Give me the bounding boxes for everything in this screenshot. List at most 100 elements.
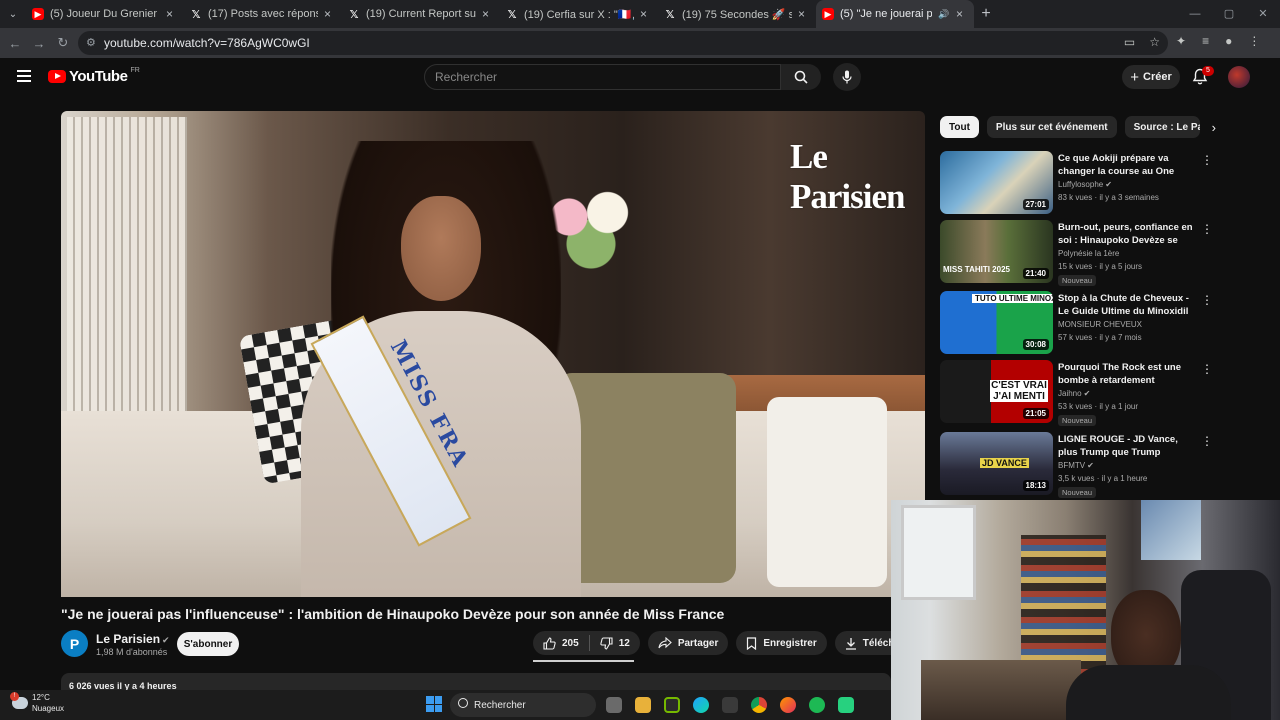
channel-avatar[interactable]: P <box>61 630 88 657</box>
video-thumbnail[interactable]: C'EST VRAI J'AI MENTI 21:05 <box>940 360 1053 423</box>
file-explorer-icon[interactable] <box>635 697 651 713</box>
recommendation-title[interactable]: Ce que Aokiji prépare va changer la cour… <box>1058 152 1198 178</box>
close-tab-icon[interactable]: × <box>324 7 336 21</box>
url-bar[interactable]: ⚙ youtube.com/watch?v=786AgWC0wGI ▭ ☆ <box>78 31 1168 55</box>
tab-search-icon[interactable]: ⌄ <box>0 0 26 28</box>
plus-icon: + <box>1130 68 1139 86</box>
youtube-favicon-icon: ▶ <box>822 8 834 20</box>
minimize-icon[interactable]: — <box>1178 0 1212 28</box>
forward-icon[interactable]: → <box>27 36 51 51</box>
create-button[interactable]: + Créer <box>1122 65 1180 89</box>
more-options-icon[interactable]: ⋮ <box>1201 153 1213 167</box>
recommendation-channel[interactable]: Luffylosophe ✔ <box>1058 180 1112 189</box>
youtube-logo[interactable]: YouTube FR <box>48 67 140 85</box>
edge-icon[interactable] <box>693 697 709 713</box>
notifications-button[interactable]: 5 <box>1192 66 1214 88</box>
new-badge: Nouveau <box>1058 275 1097 286</box>
video-thumbnail[interactable]: TUTO ULTIME MINOXIDIL 30:08 <box>940 291 1053 354</box>
recommendation-item[interactable]: 27:01 Ce que Aokiji prépare va changer l… <box>940 151 1215 215</box>
recommendation-item[interactable]: MISS TAHITI 2025 21:40 Burn-out, peurs, c… <box>940 220 1215 286</box>
account-avatar[interactable] <box>1228 66 1250 88</box>
profile-icon[interactable]: ● <box>1225 34 1232 48</box>
dislike-button[interactable]: 12 <box>590 631 640 655</box>
browser-tab[interactable]: ▶(5) Joueur Du Grenier - YouTube× <box>26 0 184 28</box>
more-options-icon[interactable]: ⋮ <box>1201 362 1213 376</box>
recommendation-channel[interactable]: Polynésie la 1ère <box>1058 249 1119 258</box>
maximize-icon[interactable]: ▢ <box>1212 0 1246 28</box>
bookmark-star-icon[interactable]: ☆ <box>1149 35 1160 49</box>
browser-tab[interactable]: 𝕏(19) 75 Secondes 🚀 sur X : "M× <box>658 0 816 28</box>
firefox-icon[interactable] <box>780 697 796 713</box>
browser-tab[interactable]: 𝕏(19) Current Report sur X : "BRE× <box>342 0 500 28</box>
microphone-icon <box>842 70 852 84</box>
close-tab-icon[interactable]: × <box>956 7 968 21</box>
url-text: youtube.com/watch?v=786AgWC0wGI <box>104 36 310 50</box>
video-thumbnail[interactable]: 27:01 <box>940 151 1053 214</box>
extension-area: ✦ ≡ ● ⋮ <box>1176 34 1260 48</box>
channel-name[interactable]: Le Parisien ✔ <box>96 632 170 646</box>
verified-icon: ✔ <box>1105 180 1112 189</box>
reading-list-icon[interactable]: ≡ <box>1202 34 1209 48</box>
recommendation-title[interactable]: Burn-out, peurs, confiance en soi : Hina… <box>1058 221 1198 247</box>
close-tab-icon[interactable]: × <box>640 7 652 21</box>
speaker-icon[interactable]: 🔊 <box>938 9 950 20</box>
task-view-icon[interactable] <box>606 697 622 713</box>
search-button[interactable] <box>781 64 821 90</box>
more-options-icon[interactable]: ⋮ <box>1201 434 1213 448</box>
save-button[interactable]: Enregistrer <box>736 631 827 655</box>
nvidia-icon[interactable] <box>664 697 680 713</box>
video-actions: 205 12 Partager Enregistrer Télécharger <box>533 631 930 655</box>
search-icon <box>458 698 468 708</box>
recommendation-item[interactable]: C'EST VRAI J'AI MENTI 21:05 Pourquoi The … <box>940 360 1215 426</box>
reload-icon[interactable]: ↻ <box>51 35 75 51</box>
browser-tab[interactable]: 𝕏(19) Cerfia sur X : "🇫🇷🚨 Voici le× <box>500 0 658 28</box>
recommendation-channel[interactable]: MONSIEUR CHEVEUX <box>1058 320 1142 329</box>
new-tab-button[interactable]: + <box>974 5 998 23</box>
video-thumbnail[interactable]: JD VANCE 18:13 <box>940 432 1053 495</box>
browser-tab-active[interactable]: ▶(5) "Je ne jouerai pas l'influ🔊× <box>816 0 974 28</box>
notification-badge: 5 <box>1202 66 1214 76</box>
extensions-icon[interactable]: ✦ <box>1176 34 1186 48</box>
windows-start-icon[interactable] <box>426 696 442 712</box>
more-options-icon[interactable]: ⋮ <box>1201 222 1213 236</box>
store-icon[interactable] <box>722 697 738 713</box>
like-button[interactable]: 205 <box>533 631 589 655</box>
recommendation-channel[interactable]: Jaihno ✔ <box>1058 389 1090 398</box>
youtube-play-icon <box>48 70 66 83</box>
close-tab-icon[interactable]: × <box>482 7 494 21</box>
video-thumbnail[interactable]: MISS TAHITI 2025 21:40 <box>940 220 1053 283</box>
search-input[interactable]: Rechercher <box>424 64 781 90</box>
chrome-icon[interactable] <box>751 697 767 713</box>
subscribe-button[interactable]: S'abonner <box>177 632 239 656</box>
site-settings-icon[interactable]: ⚙ <box>86 36 96 49</box>
recommendation-title[interactable]: LIGNE ROUGE - JD Vance, plus Trump que T… <box>1058 433 1198 459</box>
close-tab-icon[interactable]: × <box>798 7 810 21</box>
close-window-icon[interactable]: ✕ <box>1246 0 1280 28</box>
recommendation-title[interactable]: Stop à la Chute de Cheveux - Le Guide Ul… <box>1058 292 1198 318</box>
cast-icon[interactable]: ▭ <box>1124 35 1135 49</box>
share-button[interactable]: Partager <box>647 631 729 655</box>
spotify-icon[interactable] <box>809 697 825 713</box>
whatsapp-icon[interactable] <box>838 697 854 713</box>
close-tab-icon[interactable]: × <box>166 7 178 21</box>
video-player[interactable]: MISS FRA Le Parisien <box>61 111 925 597</box>
taskbar-pinned-apps <box>606 697 854 713</box>
chevron-right-icon[interactable]: › <box>1212 120 1216 135</box>
browser-menu-icon[interactable]: ⋮ <box>1248 34 1260 48</box>
more-options-icon[interactable]: ⋮ <box>1201 293 1213 307</box>
recommendation-meta: 53 k vues · il y a 1 jour <box>1058 402 1139 411</box>
voice-search-button[interactable] <box>833 63 861 91</box>
recommendation-item[interactable]: JD VANCE 18:13 LIGNE ROUGE - JD Vance, pl… <box>940 432 1215 498</box>
back-icon[interactable]: ← <box>3 36 27 51</box>
recommendation-meta: 15 k vues · il y a 5 jours <box>1058 262 1143 271</box>
chip-event[interactable]: Plus sur cet événement <box>986 116 1117 138</box>
weather-widget[interactable]: ! 12°C Nuageux <box>10 692 64 714</box>
chip-source[interactable]: Source : Le Parisien <box>1124 116 1200 138</box>
taskbar-search-input[interactable]: Rechercher <box>450 693 596 717</box>
recommendation-title[interactable]: Pourquoi The Rock est une bombe à retard… <box>1058 361 1198 387</box>
menu-icon[interactable] <box>17 70 31 82</box>
chip-all[interactable]: Tout <box>940 116 979 138</box>
recommendation-item[interactable]: TUTO ULTIME MINOXIDIL 30:08 Stop à la Chu… <box>940 291 1215 355</box>
recommendation-channel[interactable]: BFMTV ✔ <box>1058 461 1094 470</box>
browser-tab[interactable]: 𝕏(17) Posts avec réponses de Ra× <box>184 0 342 28</box>
